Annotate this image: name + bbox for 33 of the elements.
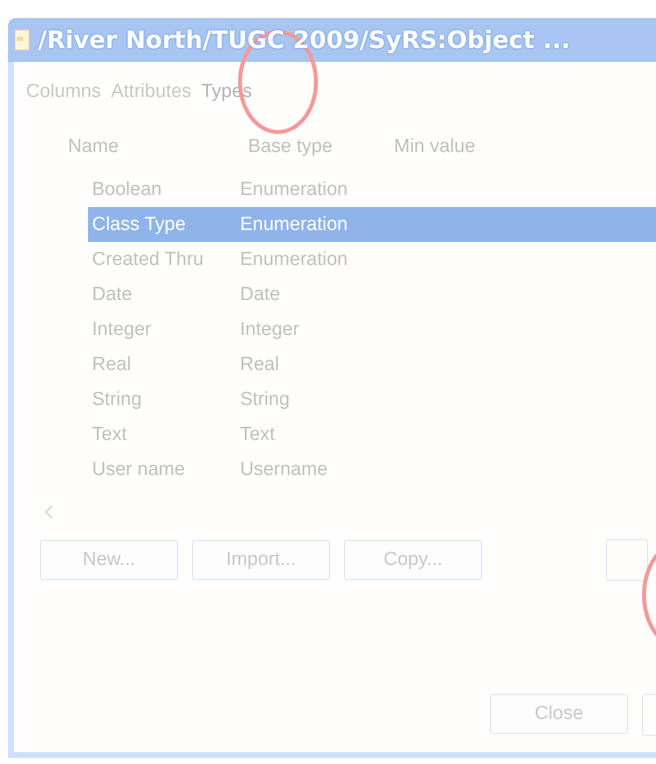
table-row[interactable]: Real Real xyxy=(88,347,656,382)
table-cell-text: Text xyxy=(92,424,128,446)
table-cell-text: Date xyxy=(92,284,134,306)
table-row[interactable]: Text Text xyxy=(88,417,656,452)
table-row[interactable]: String String xyxy=(88,382,656,417)
column-header: Name xyxy=(68,136,120,159)
table-cell-text: Created Thru xyxy=(92,248,205,270)
table-row[interactable]: Class Type Enumeration xyxy=(88,207,656,242)
table-cell-text: Integer xyxy=(92,318,152,340)
table-cell-text: Text xyxy=(240,424,276,446)
table-row[interactable]: Date Date xyxy=(88,277,656,312)
document-icon xyxy=(14,29,30,51)
table-cell-text: Integer xyxy=(240,318,300,340)
table-row[interactable]: Integer Integer xyxy=(88,312,656,347)
table-cell-text: Enumeration xyxy=(240,214,349,236)
table-cell-text: Real xyxy=(92,354,132,376)
table-cell-text: User name xyxy=(92,458,186,480)
table-cell-text: Enumeration xyxy=(240,178,349,200)
table-cell-text: Real xyxy=(240,354,280,376)
table-cell-text: Date xyxy=(240,284,282,306)
scroll-left-icon[interactable] xyxy=(44,505,54,519)
table-cell-text: Class Type xyxy=(92,214,187,236)
table-cell-text: Boolean xyxy=(92,178,163,200)
table-row[interactable]: User name Username xyxy=(88,452,656,487)
column-header: Base type xyxy=(248,136,334,159)
table-row[interactable]: Boolean Enumeration xyxy=(88,172,656,207)
column-header: Min value xyxy=(394,136,476,159)
table-cell-text: String xyxy=(92,388,143,410)
table-cell-text: Username xyxy=(240,458,329,480)
table-cell-text: Enumeration xyxy=(240,248,349,270)
table-cell-text: String xyxy=(240,388,291,410)
cut-off-button[interactable] xyxy=(606,539,648,581)
table-row[interactable]: Created Thru Enumeration xyxy=(88,242,656,277)
